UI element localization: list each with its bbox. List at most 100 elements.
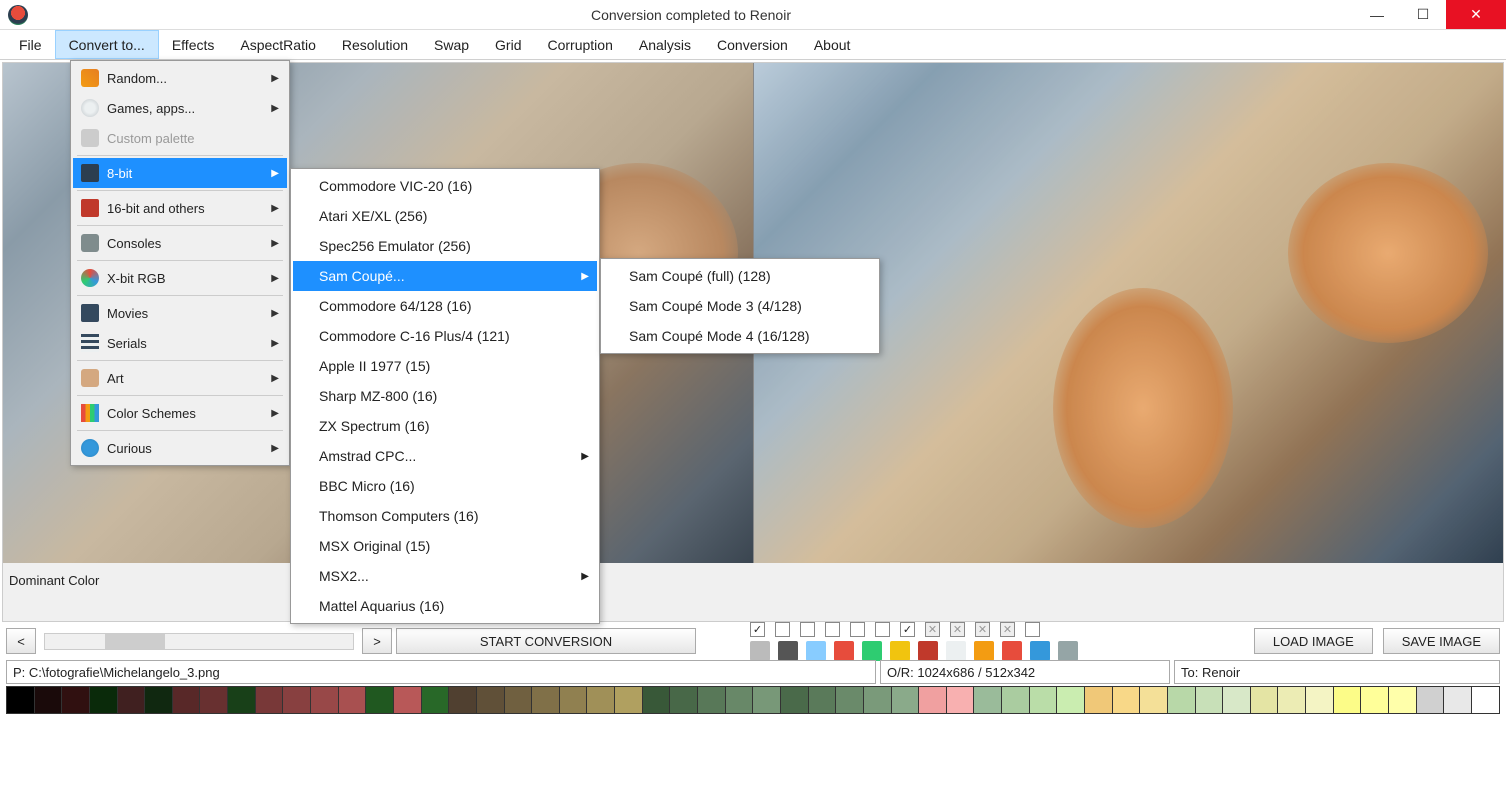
palette-swatch-29[interactable]: [808, 686, 836, 714]
menu-aspectratio[interactable]: AspectRatio: [227, 30, 328, 59]
palette-swatch-13[interactable]: [365, 686, 393, 714]
palette-swatch-23[interactable]: [642, 686, 670, 714]
palette-swatch-39[interactable]: [1084, 686, 1112, 714]
submenu-item-commodore-vic-20-16-[interactable]: Commodore VIC-20 (16): [293, 171, 597, 201]
palette-swatch-17[interactable]: [476, 686, 504, 714]
option-checkbox-4[interactable]: [850, 622, 865, 637]
palette-swatch-33[interactable]: [918, 686, 946, 714]
submenu-item-mattel-aquarius-16-[interactable]: Mattel Aquarius (16): [293, 591, 597, 621]
menu-convert-to-[interactable]: Convert to...: [55, 30, 159, 59]
menu-file[interactable]: File: [6, 30, 55, 59]
menu-item-games-apps-[interactable]: Games, apps...▶: [73, 93, 287, 123]
option-checkbox-5[interactable]: [875, 622, 890, 637]
tool-icon-7[interactable]: [946, 641, 966, 661]
menu-item-x-bit-rgb[interactable]: X-bit RGB▶: [73, 263, 287, 293]
option-checkbox-3[interactable]: [825, 622, 840, 637]
palette-swatch-5[interactable]: [144, 686, 172, 714]
palette-swatch-14[interactable]: [393, 686, 421, 714]
palette-swatch-34[interactable]: [946, 686, 974, 714]
palette-swatch-48[interactable]: [1333, 686, 1361, 714]
load-image-button[interactable]: LOAD IMAGE: [1254, 628, 1373, 654]
menu-swap[interactable]: Swap: [421, 30, 482, 59]
palette-swatch-19[interactable]: [531, 686, 559, 714]
palette-swatch-0[interactable]: [6, 686, 34, 714]
palette-swatch-47[interactable]: [1305, 686, 1333, 714]
submenu-item-sam-coup-[interactable]: Sam Coupé...▶: [293, 261, 597, 291]
tool-icon-5[interactable]: [890, 641, 910, 661]
tool-icon-8[interactable]: [974, 641, 994, 661]
minimize-button[interactable]: —: [1354, 0, 1400, 29]
palette-swatch-8[interactable]: [227, 686, 255, 714]
option-checkbox-1[interactable]: [775, 622, 790, 637]
menu-item-random-[interactable]: Random...▶: [73, 63, 287, 93]
close-button[interactable]: ✕: [1446, 0, 1506, 29]
palette-swatch-20[interactable]: [559, 686, 587, 714]
palette-swatch-46[interactable]: [1277, 686, 1305, 714]
menu-item-8-bit[interactable]: 8-bit▶: [73, 158, 287, 188]
palette-swatch-36[interactable]: [1001, 686, 1029, 714]
palette-swatch-25[interactable]: [697, 686, 725, 714]
submenu-item-commodore-c-16-plus-4-121-[interactable]: Commodore C-16 Plus/4 (121): [293, 321, 597, 351]
palette-swatch-27[interactable]: [752, 686, 780, 714]
submenu-item-thomson-computers-16-[interactable]: Thomson Computers (16): [293, 501, 597, 531]
nav-scrollbar[interactable]: [44, 633, 354, 650]
palette-swatch-15[interactable]: [421, 686, 449, 714]
palette-swatch-51[interactable]: [1416, 686, 1444, 714]
palette-swatch-12[interactable]: [338, 686, 366, 714]
menu-item-16-bit-and-others[interactable]: 16-bit and others▶: [73, 193, 287, 223]
submenu-item-atari-xe-xl-256-[interactable]: Atari XE/XL (256): [293, 201, 597, 231]
palette-swatch-26[interactable]: [725, 686, 753, 714]
menu-resolution[interactable]: Resolution: [329, 30, 421, 59]
option-checkbox-0[interactable]: ✓: [750, 622, 765, 637]
palette-swatch-2[interactable]: [61, 686, 89, 714]
submenu-item-sam-coup-mode-4-16-128-[interactable]: Sam Coupé Mode 4 (16/128): [603, 321, 877, 351]
tool-icon-9[interactable]: [1002, 641, 1022, 661]
palette-swatch-42[interactable]: [1167, 686, 1195, 714]
submenu-item-apple-ii-1977-15-[interactable]: Apple II 1977 (15): [293, 351, 597, 381]
palette-swatch-38[interactable]: [1056, 686, 1084, 714]
option-checkbox-11[interactable]: [1025, 622, 1040, 637]
palette-swatch-31[interactable]: [863, 686, 891, 714]
maximize-button[interactable]: ☐: [1400, 0, 1446, 29]
menu-corruption[interactable]: Corruption: [535, 30, 626, 59]
tool-icon-11[interactable]: [1058, 641, 1078, 661]
palette-swatch-28[interactable]: [780, 686, 808, 714]
palette-swatch-32[interactable]: [891, 686, 919, 714]
submenu-item-commodore-64-128-16-[interactable]: Commodore 64/128 (16): [293, 291, 597, 321]
palette-swatch-7[interactable]: [199, 686, 227, 714]
submenu-item-bbc-micro-16-[interactable]: BBC Micro (16): [293, 471, 597, 501]
menu-analysis[interactable]: Analysis: [626, 30, 704, 59]
palette-swatch-16[interactable]: [448, 686, 476, 714]
submenu-item-zx-spectrum-16-[interactable]: ZX Spectrum (16): [293, 411, 597, 441]
palette-swatch-9[interactable]: [255, 686, 283, 714]
tool-icon-6[interactable]: [918, 641, 938, 661]
tool-icon-2[interactable]: [806, 641, 826, 661]
tool-icon-3[interactable]: [834, 641, 854, 661]
menu-item-consoles[interactable]: Consoles▶: [73, 228, 287, 258]
menu-effects[interactable]: Effects: [159, 30, 228, 59]
palette-swatch-11[interactable]: [310, 686, 338, 714]
next-button[interactable]: >: [362, 628, 392, 654]
palette-swatch-24[interactable]: [669, 686, 697, 714]
palette-swatch-44[interactable]: [1222, 686, 1250, 714]
menu-about[interactable]: About: [801, 30, 864, 59]
palette-swatch-21[interactable]: [586, 686, 614, 714]
tool-icon-4[interactable]: [862, 641, 882, 661]
submenu-item-spec256-emulator-256-[interactable]: Spec256 Emulator (256): [293, 231, 597, 261]
palette-swatch-18[interactable]: [504, 686, 532, 714]
submenu-item-sam-coup-mode-3-4-128-[interactable]: Sam Coupé Mode 3 (4/128): [603, 291, 877, 321]
palette-swatch-35[interactable]: [973, 686, 1001, 714]
menu-item-color-schemes[interactable]: Color Schemes▶: [73, 398, 287, 428]
menu-grid[interactable]: Grid: [482, 30, 534, 59]
menu-item-movies[interactable]: Movies▶: [73, 298, 287, 328]
option-checkbox-6[interactable]: ✓: [900, 622, 915, 637]
palette-swatch-49[interactable]: [1360, 686, 1388, 714]
submenu-item-sharp-mz-800-16-[interactable]: Sharp MZ-800 (16): [293, 381, 597, 411]
palette-swatch-41[interactable]: [1139, 686, 1167, 714]
palette-swatch-52[interactable]: [1443, 686, 1471, 714]
submenu-item-msx-original-15-[interactable]: MSX Original (15): [293, 531, 597, 561]
option-checkbox-2[interactable]: [800, 622, 815, 637]
start-conversion-button[interactable]: START CONVERSION: [396, 628, 696, 654]
submenu-item-msx2-[interactable]: MSX2...▶: [293, 561, 597, 591]
prev-button[interactable]: <: [6, 628, 36, 654]
